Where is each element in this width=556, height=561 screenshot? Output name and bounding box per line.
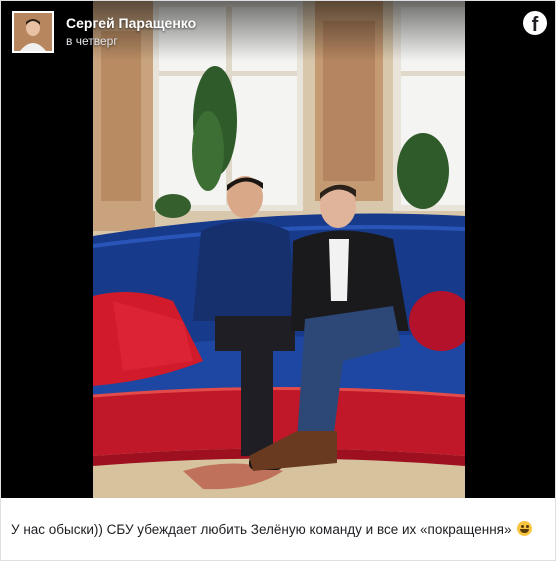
author-name[interactable]: Сергей Паращенко bbox=[66, 15, 196, 31]
post-caption: У нас обыски)) СБУ убеждает любить Зелён… bbox=[11, 519, 541, 540]
smiling-face-emoji-icon bbox=[517, 521, 533, 536]
caption-text: У нас обыски)) СБУ убеждает любить Зелён… bbox=[11, 522, 512, 537]
avatar-image bbox=[14, 13, 52, 51]
author-avatar[interactable] bbox=[12, 11, 54, 53]
facebook-logo-icon[interactable]: f bbox=[523, 11, 547, 36]
post-photo[interactable] bbox=[93, 1, 465, 498]
post-media[interactable]: Сергей Паращенко в четверг f bbox=[1, 1, 555, 498]
photo-illustration bbox=[93, 1, 465, 498]
facebook-post-embed: Сергей Паращенко в четверг f У нас обыск… bbox=[0, 0, 556, 561]
post-header: Сергей Паращенко в четверг f bbox=[1, 1, 555, 61]
post-timestamp[interactable]: в четверг bbox=[66, 34, 118, 48]
